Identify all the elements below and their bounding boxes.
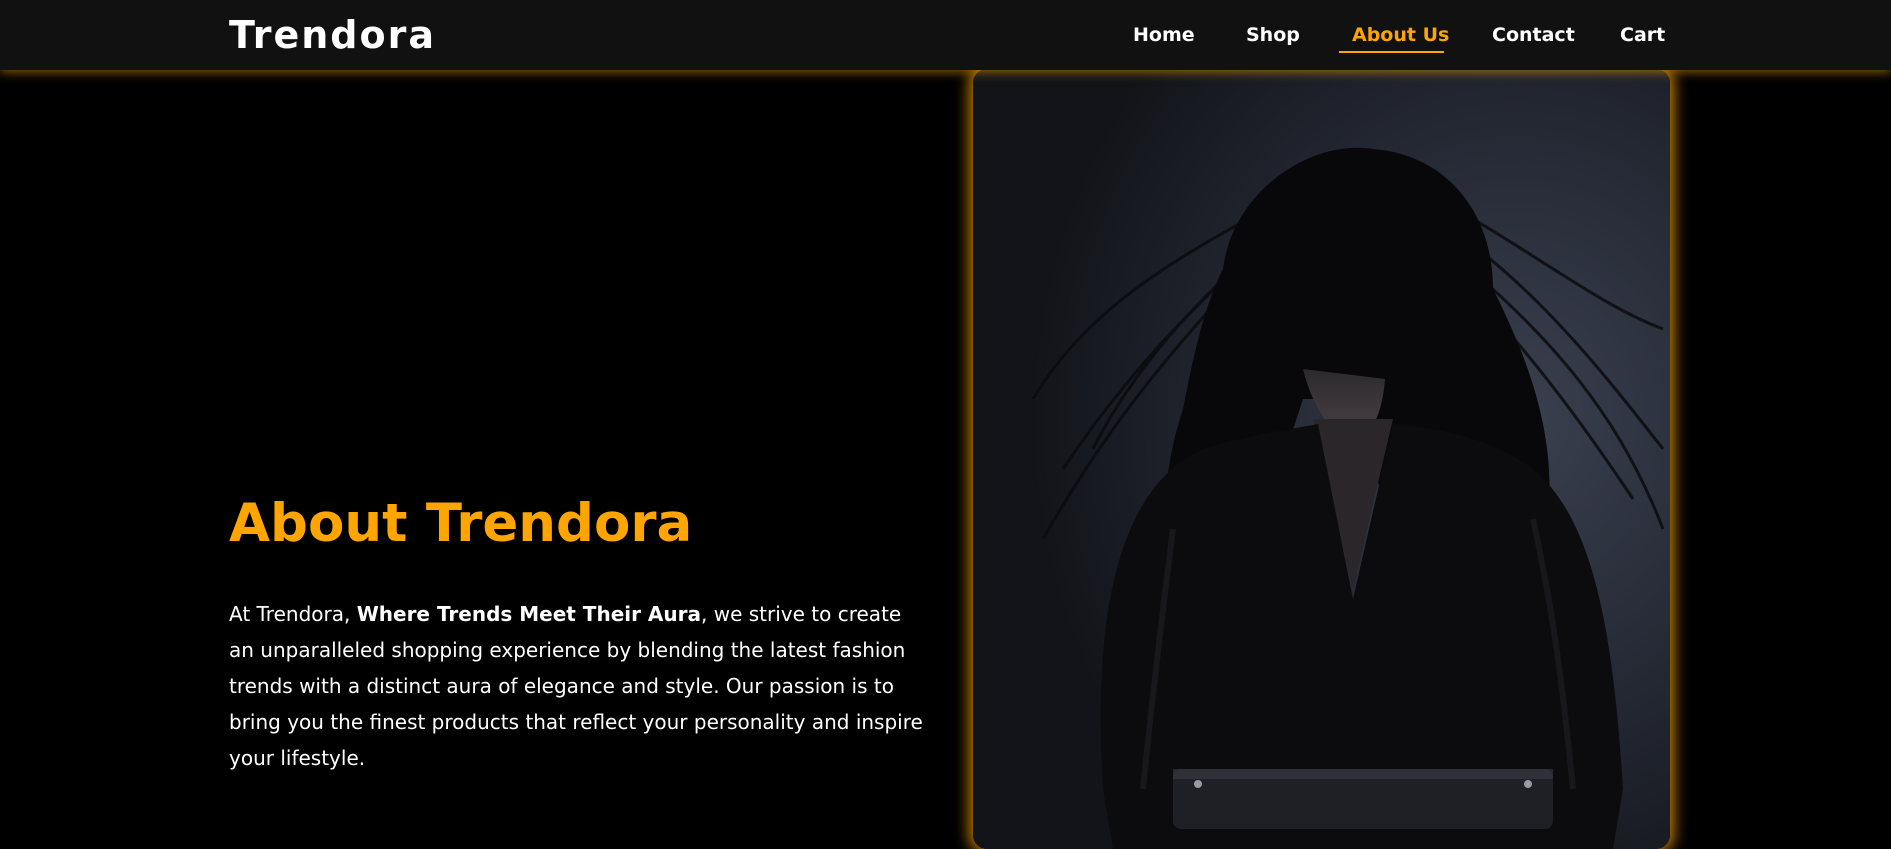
nav-shop-link[interactable]: Shop xyxy=(1246,24,1300,46)
nav-cart-link[interactable]: Cart xyxy=(1620,24,1665,46)
nav-links: Home Shop About Us Contact Cart xyxy=(0,24,1891,54)
about-tagline: Where Trends Meet Their Aura xyxy=(356,602,702,626)
active-nav-underline xyxy=(1339,51,1444,53)
about-title: About Trendora xyxy=(229,493,693,554)
nav-about-link[interactable]: About Us xyxy=(1352,24,1449,46)
navbar: Trendora Home Shop About Us Contact Cart xyxy=(0,0,1891,70)
nav-contact-link[interactable]: Contact xyxy=(1492,24,1575,46)
about-para-suffix: , we strive to create an unparalleled sh… xyxy=(229,602,923,770)
about-hero-image xyxy=(973,69,1670,849)
about-para-prefix: At Trendora, xyxy=(229,602,357,626)
model-photo xyxy=(973,69,1670,849)
about-paragraph: At Trendora, Where Trends Meet Their Aur… xyxy=(229,596,929,776)
about-section: About Trendora At Trendora, Where Trends… xyxy=(229,492,929,776)
nav-home-link[interactable]: Home xyxy=(1133,24,1195,46)
